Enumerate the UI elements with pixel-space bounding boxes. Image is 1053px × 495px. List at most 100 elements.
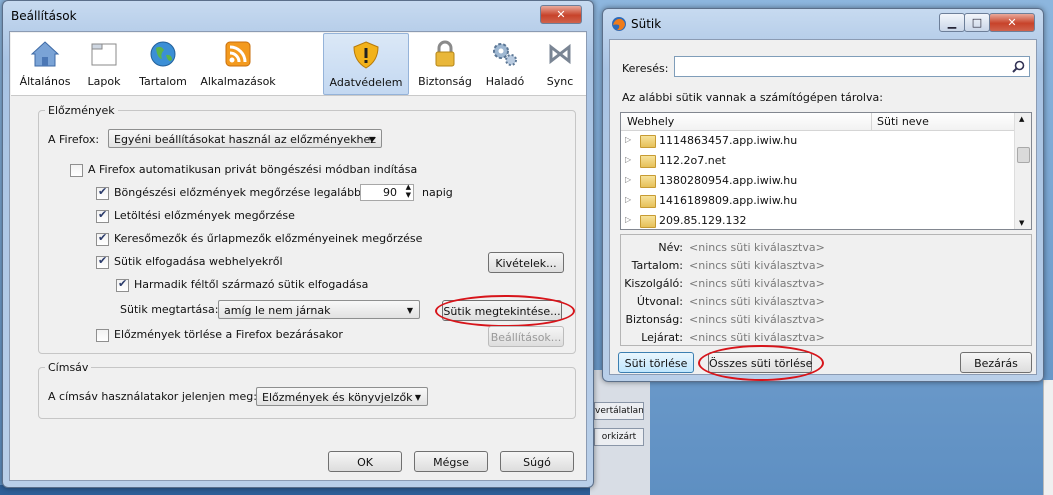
settings-close-button[interactable]: ✕ — [540, 5, 582, 24]
column-header-site[interactable]: Webhely — [627, 115, 674, 128]
detail-value-expires: <nincs süti kiválasztva> — [689, 331, 825, 344]
detail-label-name: Név: — [658, 241, 683, 254]
scroll-up-icon[interactable]: ▲ — [1019, 115, 1024, 123]
history-mode-select[interactable]: Egyéni beállításokat használ az előzmény… — [108, 129, 382, 148]
clear-on-close-checkbox[interactable] — [96, 329, 109, 342]
tab-security[interactable]: Biztonság — [415, 33, 475, 93]
annotation-circle — [698, 345, 824, 381]
cookies-window-title: Sütik — [631, 17, 662, 31]
search-label: Keresés: — [622, 62, 669, 75]
keep-until-value: amíg le nem járnak — [224, 304, 331, 317]
keep-until-label: Sütik megtartása: — [120, 303, 219, 316]
ok-button[interactable]: OK — [328, 451, 402, 472]
keep-until-select[interactable]: amíg le nem járnak ▼ — [218, 300, 420, 319]
accept-cookies-label: Sütik elfogadása webhelyekről — [114, 255, 283, 268]
tabs-icon — [91, 43, 117, 66]
folder-icon — [640, 155, 656, 168]
tab-tabs-label: Lapok — [87, 75, 121, 88]
form-history-label: Keresőmezők és űrlapmezők előzményeinek … — [114, 232, 423, 245]
tab-sync-label: Sync — [546, 75, 574, 88]
house-icon — [30, 41, 60, 67]
settings-window: Beállítások ✕ Általános Lapok Tartalom A… — [2, 0, 594, 488]
search-icon[interactable] — [1012, 60, 1025, 73]
tab-general-label: Általános — [19, 75, 71, 88]
cookie-details-labels: Név: Tartalom: Kiszolgáló: Útvonal: Bizt… — [621, 235, 683, 345]
cookies-close-button[interactable]: ✕ — [989, 13, 1035, 32]
tab-content[interactable]: Tartalom — [133, 33, 193, 93]
cookie-tree-scrollbar[interactable]: ▲ ▼ — [1014, 113, 1031, 229]
accept-cookies-checkbox[interactable] — [96, 254, 109, 269]
cookie-details-panel: Név: Tartalom: Kiszolgáló: Útvonal: Bizt… — [620, 234, 1032, 346]
folder-icon — [640, 135, 656, 148]
gears-icon — [493, 43, 517, 66]
folder-icon — [640, 215, 656, 228]
cookie-site-name: 1114863457.app.iwiw.hu — [659, 134, 798, 147]
tab-security-label: Biztonság — [418, 75, 472, 88]
cookie-site-row[interactable]: ▷ 1416189809.app.iwiw.hu — [621, 191, 1011, 211]
tab-general[interactable]: Általános — [15, 33, 75, 93]
minimize-button[interactable]: ▁ — [939, 13, 965, 32]
private-mode-label: A Firefox automatikusan privát böngészés… — [88, 163, 418, 176]
cookie-site-row[interactable]: ▷ 1380280954.app.iwiw.hu — [621, 171, 1011, 191]
chevron-down-icon: ▼ — [368, 135, 375, 144]
expand-arrow-icon[interactable]: ▷ — [625, 215, 631, 224]
remove-cookie-button[interactable]: Süti törlése — [618, 352, 694, 373]
chevron-down-icon: ▼ — [414, 393, 421, 402]
settings-client-area: Általános Lapok Tartalom Alkalmazások Ad… — [9, 31, 587, 481]
cookie-site-name: 1416189809.app.iwiw.hu — [659, 194, 798, 207]
location-bar-value: Előzmények és könyvjelzők — [262, 391, 413, 404]
cookie-site-row[interactable]: ▷ 1114863457.app.iwiw.hu — [621, 131, 1011, 151]
third-party-label: Harmadik féltől származó sütik elfogadás… — [134, 278, 369, 291]
maximize-button[interactable]: □ — [964, 13, 990, 32]
form-history-checkbox[interactable] — [96, 231, 109, 246]
cookie-tree[interactable]: Webhely Süti neve ▷ 1114863457.app.iwiw.h… — [620, 112, 1032, 230]
settings-window-title: Beállítások — [11, 9, 77, 23]
cookie-site-name: 1380280954.app.iwiw.hu — [659, 174, 798, 187]
private-mode-checkbox[interactable] — [70, 164, 83, 177]
firefox-mode-label: A Firefox: — [48, 133, 100, 146]
cookie-search-input[interactable] — [674, 56, 1030, 77]
expand-arrow-icon[interactable]: ▷ — [625, 175, 631, 184]
rss-icon — [225, 41, 251, 67]
tab-advanced[interactable]: Haladó — [479, 33, 531, 93]
third-party-checkbox[interactable] — [116, 277, 129, 292]
column-header-cookie-name[interactable]: Süti neve — [877, 115, 929, 128]
settings-tab-toolbar: Általános Lapok Tartalom Alkalmazások Ad… — [11, 33, 586, 96]
keep-history-label: Böngészési előzmények megőrzése legalább — [114, 186, 362, 199]
detail-label-path: Útvonal: — [636, 295, 683, 308]
detail-value-name: <nincs süti kiválasztva> — [689, 241, 825, 254]
cookie-tree-header: Webhely Süti neve — [621, 113, 1014, 131]
cancel-button[interactable]: Mégse — [414, 451, 488, 472]
background-scrollbar — [1043, 380, 1053, 495]
history-mode-value: Egyéni beállításokat használ az előzmény… — [114, 133, 377, 146]
tab-tabs[interactable]: Lapok — [79, 33, 129, 93]
folder-icon — [640, 175, 656, 188]
spin-arrows-icon[interactable]: ▲ ▼ — [406, 183, 411, 199]
history-days-spinner[interactable]: 90 ▲ ▼ — [360, 183, 414, 201]
download-history-checkbox[interactable] — [96, 208, 109, 223]
cookie-site-name: 209.85.129.132 — [659, 214, 747, 227]
keep-history-checkbox[interactable] — [96, 185, 109, 200]
scroll-down-icon[interactable]: ▼ — [1019, 219, 1024, 227]
tab-applications[interactable]: Alkalmazások — [197, 33, 279, 93]
detail-label-secure: Biztonság: — [625, 313, 683, 326]
detail-label-host: Kiszolgáló: — [624, 277, 683, 290]
expand-arrow-icon[interactable]: ▷ — [625, 135, 631, 144]
clear-settings-button[interactable]: Beállítások... — [488, 326, 564, 347]
cookie-site-row[interactable]: ▷ 209.85.129.132 — [621, 211, 1011, 229]
close-cookies-button[interactable]: Bezárás — [960, 352, 1032, 373]
annotation-circle — [435, 295, 575, 327]
expand-arrow-icon[interactable]: ▷ — [625, 155, 631, 164]
location-bar-select[interactable]: Előzmények és könyvjelzők ▼ — [256, 387, 428, 406]
expand-arrow-icon[interactable]: ▷ — [625, 195, 631, 204]
location-bar-legend: Címsáv — [48, 361, 89, 374]
detail-label-expires: Lejárat: — [641, 331, 683, 344]
cookie-site-row[interactable]: ▷ 112.2o7.net — [621, 151, 1011, 171]
tab-privacy[interactable]: Adatvédelem — [323, 33, 409, 95]
help-button[interactable]: Súgó — [500, 451, 574, 472]
tab-applications-label: Alkalmazások — [200, 75, 276, 88]
exceptions-button[interactable]: Kivételek... — [488, 252, 564, 273]
scrollbar-thumb[interactable] — [1017, 147, 1030, 163]
tab-sync[interactable]: Sync — [537, 33, 583, 93]
clear-on-close-label: Előzmények törlése a Firefox bezárásakor — [114, 328, 343, 341]
